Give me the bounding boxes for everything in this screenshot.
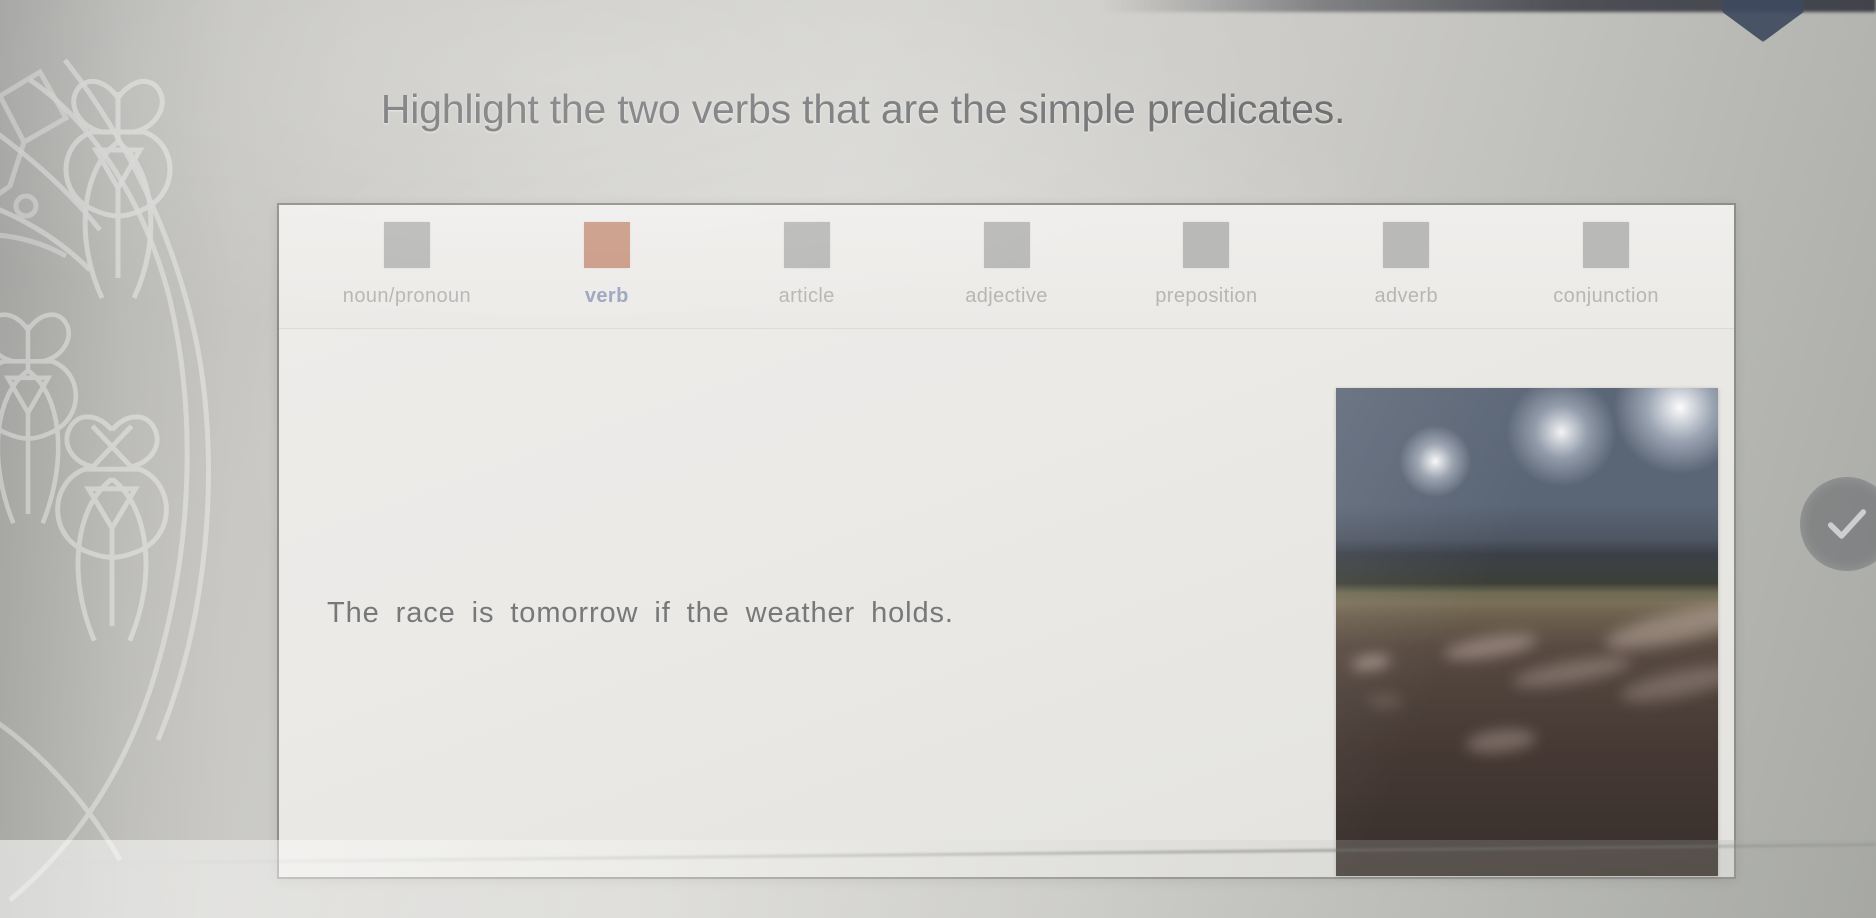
legend-item-adjective[interactable]: adjective xyxy=(907,222,1107,308)
left-shadow-gradient xyxy=(0,0,230,918)
legend-label: article xyxy=(778,285,835,307)
exercise-body: The race is tomorrow if the weather hold… xyxy=(279,329,1734,877)
legend-item-noun-pronoun[interactable]: noun/pronoun xyxy=(307,222,507,308)
word-token[interactable]: tomorrow xyxy=(510,597,638,629)
sentence-line: The race is tomorrow if the weather hold… xyxy=(327,597,954,630)
legend-label: noun/pronoun xyxy=(342,285,472,307)
legend-label: conjunction xyxy=(1553,285,1659,307)
color-swatch xyxy=(983,222,1030,268)
word-token[interactable]: The xyxy=(327,597,380,629)
screen-photo-of-tablet: Highlight the two verbs that are the sim… xyxy=(0,0,1876,918)
exercise-card: noun/pronoun verb article adjective prep… xyxy=(277,203,1736,879)
legend-label: adjective xyxy=(965,285,1048,307)
legend-label: verb xyxy=(584,285,629,307)
photo-sheen xyxy=(1336,388,1718,876)
pentagon-nub-icon xyxy=(1722,0,1804,42)
word-token[interactable]: the xyxy=(687,597,730,629)
color-swatch xyxy=(1583,222,1630,268)
legend-item-article[interactable]: article xyxy=(707,222,907,308)
parts-of-speech-legend: noun/pronoun verb article adjective prep… xyxy=(279,205,1734,329)
color-swatch xyxy=(1383,222,1430,268)
word-token[interactable]: race xyxy=(396,597,456,629)
submit-check-button[interactable] xyxy=(1800,477,1876,571)
legend-label: preposition xyxy=(1155,285,1258,307)
color-swatch xyxy=(1183,222,1230,268)
legend-item-verb[interactable]: verb xyxy=(507,222,707,308)
legend-item-adverb[interactable]: adverb xyxy=(1306,222,1506,308)
legend-item-preposition[interactable]: preposition xyxy=(1106,222,1306,308)
color-swatch xyxy=(583,222,630,268)
color-swatch xyxy=(383,222,430,268)
word-token[interactable]: weather xyxy=(746,597,855,629)
page-title: Highlight the two verbs that are the sim… xyxy=(380,86,1346,132)
check-icon xyxy=(1827,509,1867,539)
word-token[interactable]: is xyxy=(472,597,495,629)
legend-label: adverb xyxy=(1374,285,1438,307)
color-swatch xyxy=(783,222,830,268)
legend-item-conjunction[interactable]: conjunction xyxy=(1506,222,1706,308)
word-token[interactable]: if xyxy=(654,597,670,629)
word-token[interactable]: holds xyxy=(871,597,945,629)
iris-flower-pattern-icon xyxy=(0,0,270,918)
exercise-photo xyxy=(1336,388,1718,876)
sentence-period: . xyxy=(944,597,954,629)
